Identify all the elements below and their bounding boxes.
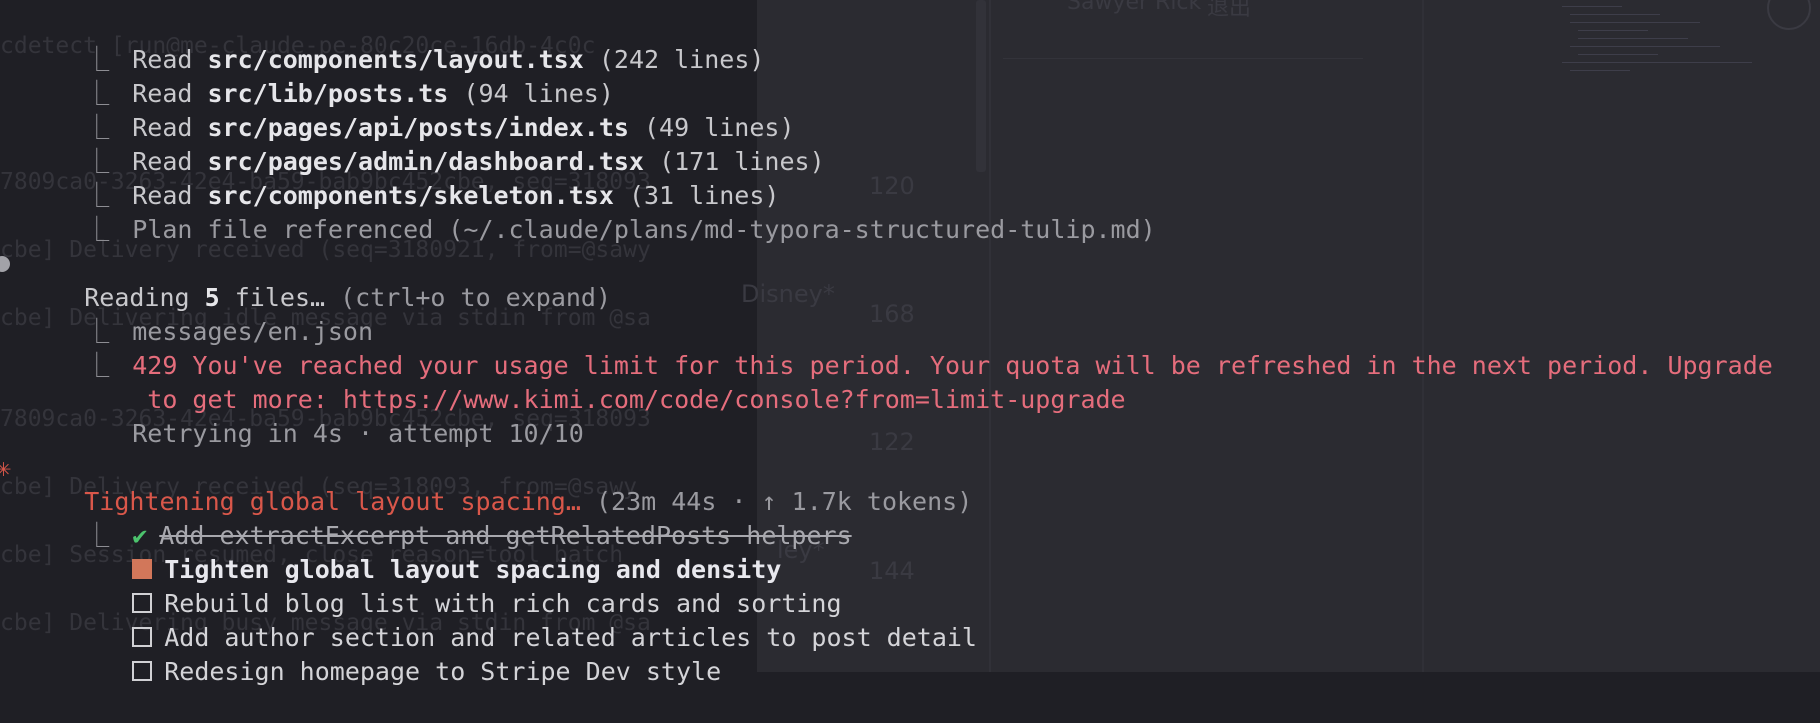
read-line-count: (242 lines) <box>598 45 765 74</box>
retry-line: Retrying in 4s · attempt 10/10 <box>72 383 584 448</box>
checkbox-icon <box>132 661 153 681</box>
status-line: Tightening global layout spacing… (23m 4… <box>24 451 972 516</box>
todo-item: Tighten global layout spacing and densit… <box>72 519 781 584</box>
error-line: ⎿ 429 You've reached your usage limit for… <box>24 315 1773 380</box>
todo-item: Redesign homepage to Stripe Dev style <box>72 621 721 686</box>
todo-item: ⎿ ✔ Add extractExcerpt and getRelatedPosts… <box>24 485 851 550</box>
spinner-icon: ✳ <box>0 453 12 482</box>
read-file-line: ⎿ Read src/pages/admin/dashboard.tsx (171… <box>24 111 824 176</box>
read-file-line: ⎿ Read src/components/skeleton.tsx (31 li… <box>24 145 779 210</box>
status-bullet-icon <box>0 256 10 272</box>
reading-sub-file-line: ⎿ messages/en.json <box>24 281 373 346</box>
plan-reference-text: Plan file referenced (~/.claude/plans/md… <box>132 215 1156 244</box>
todo-item: Add author section and related articles … <box>72 587 977 652</box>
read-file-line: ⎿ Read src/components/layout.tsx (242 lin… <box>24 9 764 74</box>
todo-item: Rebuild blog list with rich cards and so… <box>72 553 842 618</box>
tree-connector: ⎿ <box>84 215 110 244</box>
read-file-line: ⎿ Read src/pages/api/posts/index.ts (49 l… <box>24 77 794 142</box>
reading-files-line[interactable]: Reading 5 files… (ctrl+o to expand) <box>24 247 611 312</box>
retry-text: Retrying in 4s · attempt 10/10 <box>132 419 584 448</box>
error-line-continuation[interactable]: to get more: https://www.kimi.com/code/c… <box>72 349 1125 414</box>
read-file-line: ⎿ Read src/lib/posts.ts (94 lines) <box>24 43 614 108</box>
plan-reference-line: ⎿ Plan file referenced (~/.claude/plans/m… <box>24 179 1156 244</box>
terminal-output: ⎿ Read src/components/layout.tsx (242 lin… <box>0 0 1820 686</box>
